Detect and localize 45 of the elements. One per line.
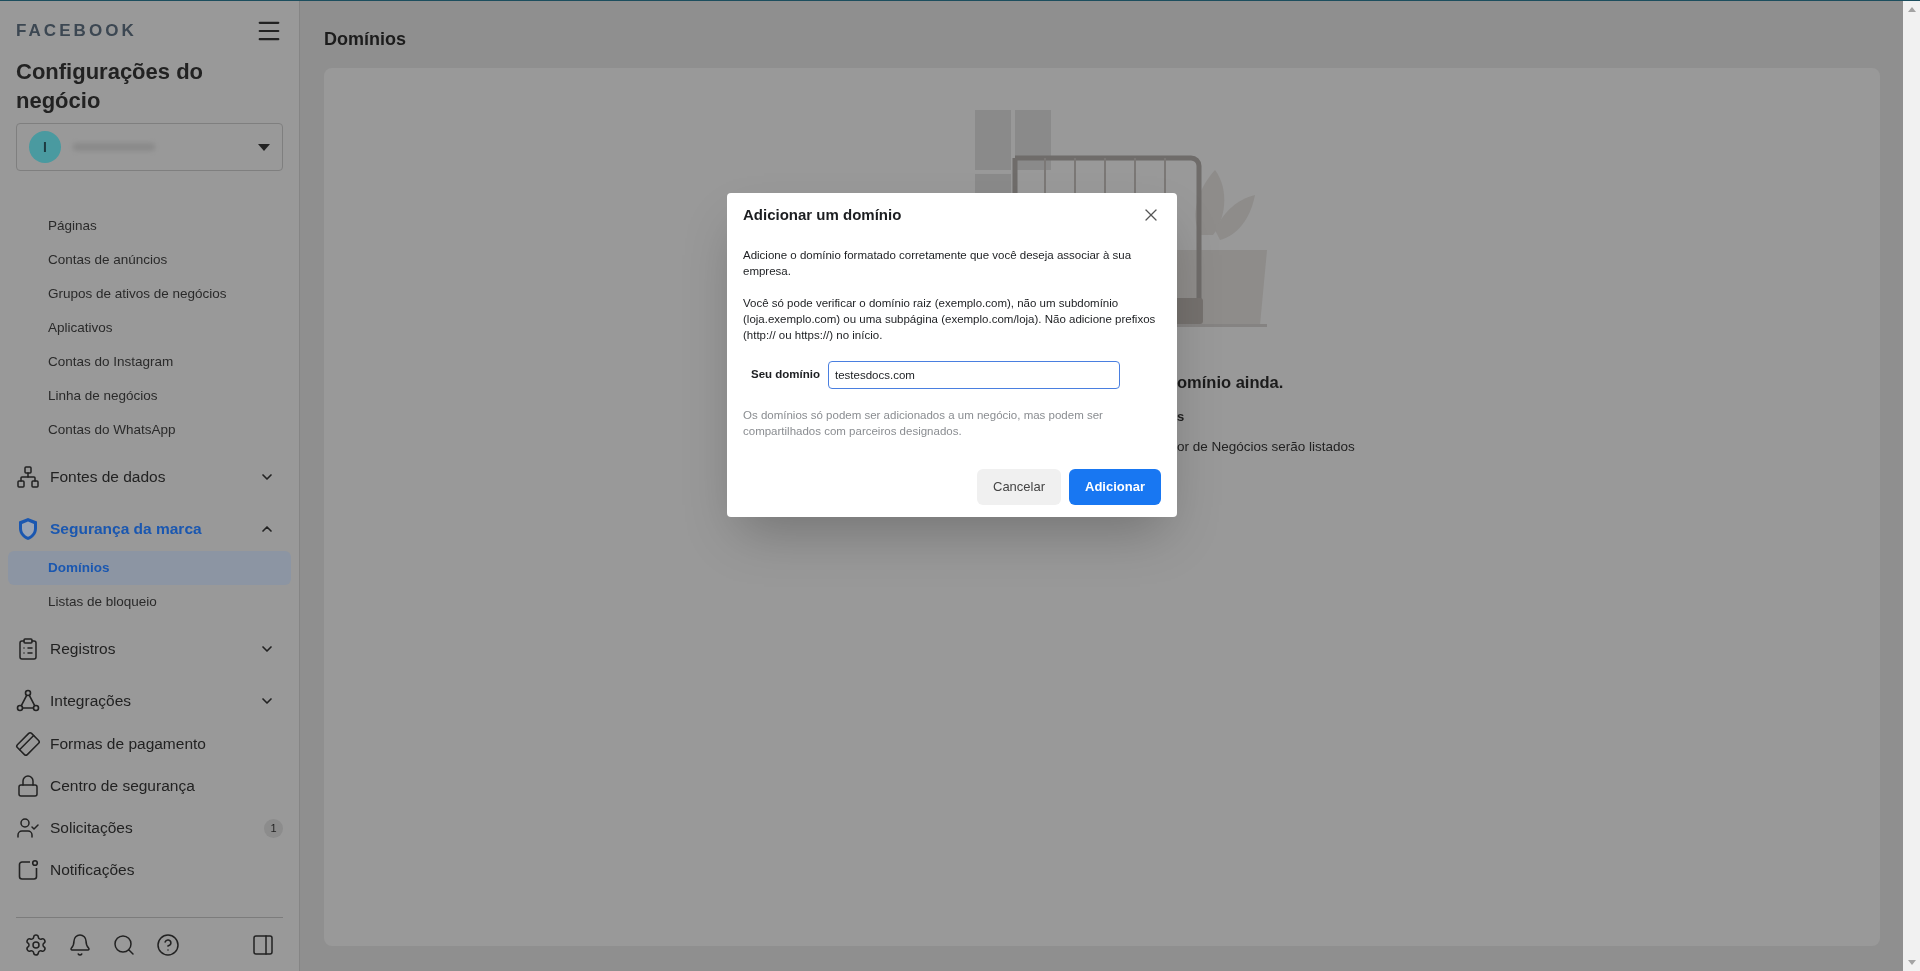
caret-icon xyxy=(258,143,270,151)
nav-subitem[interactable]: Contas do Instagram xyxy=(8,345,291,379)
dialog-paragraph: Adicione o domínio formatado corretamente que você deseja associar à sua empresa. xyxy=(743,248,1133,279)
notification-icon xyxy=(17,859,39,881)
settings-icon[interactable] xyxy=(24,932,48,957)
empty-state-text: or de Negócios serão listados xyxy=(1177,438,1356,457)
page-title: Configurações do negócio xyxy=(15,58,204,115)
nav-subitem[interactable]: Contas de anúncios xyxy=(8,243,291,277)
nav-subitem[interactable]: Grupos de ativos de negócios xyxy=(8,277,291,311)
account-selector[interactable]: I xyxy=(16,123,283,171)
clipboard-icon xyxy=(16,637,40,661)
nav-subitem[interactable]: Linha de negócios xyxy=(8,379,291,413)
nav-subitem[interactable]: Páginas xyxy=(8,209,291,243)
help-icon[interactable] xyxy=(156,932,180,957)
brand-logo: FACEBOOK xyxy=(16,20,137,43)
field-label: Seu domínio xyxy=(751,367,820,383)
dialog-note: Os domínios só podem ser adicionados a um negócio, mas podem ser compartilhados com parceiros designados. xyxy=(742,408,1104,439)
nav-subitem[interactable]: Listas de bloqueio xyxy=(8,585,291,619)
empty-state-text: s xyxy=(1177,407,1186,426)
network-icon xyxy=(16,465,40,489)
dialog-title: Adicionar um domínio xyxy=(743,204,902,225)
lock-icon xyxy=(16,774,40,798)
count-badge: 1 xyxy=(264,818,283,838)
nav-link[interactable]: Centro de segurança xyxy=(0,765,299,807)
nav-group[interactable]: Integrações xyxy=(0,679,299,723)
nav-subitem[interactable]: Contas do WhatsApp xyxy=(8,413,291,447)
person-check-icon xyxy=(16,816,40,840)
nav-link[interactable]: Formas de pagamento xyxy=(0,723,299,765)
empty-state-heading: omínio ainda. xyxy=(1177,372,1285,393)
search-icon[interactable] xyxy=(112,932,136,957)
add-button[interactable]: Adicionar xyxy=(1069,469,1161,505)
bell-icon[interactable] xyxy=(68,932,92,957)
panel-toggle-icon[interactable] xyxy=(251,932,275,957)
nodes-icon xyxy=(16,689,40,713)
shield-icon xyxy=(17,517,39,541)
dialog-paragraph: Você só pode verificar o domínio raiz (exemplo.com), não um subdomínio (loja.exemplo.com) ou uma subpágina (exemplo.com/loja). Não adicione prefixos (http:// ou https://) no início. xyxy=(743,296,1157,343)
nav-group[interactable]: Fontes de dados xyxy=(0,455,299,499)
nav-group[interactable]: Registros xyxy=(0,627,299,671)
avatar: I xyxy=(29,131,61,163)
nav-link[interactable]: Solicitações 1 xyxy=(0,807,299,849)
nav-subitem[interactable]: Aplicativos xyxy=(8,311,291,345)
section-title: Domínios xyxy=(324,28,407,51)
cancel-button[interactable]: Cancelar xyxy=(977,469,1062,505)
nav-link[interactable]: Notificações xyxy=(0,849,299,891)
domain-input[interactable]: testesdocs.com xyxy=(828,361,1120,389)
